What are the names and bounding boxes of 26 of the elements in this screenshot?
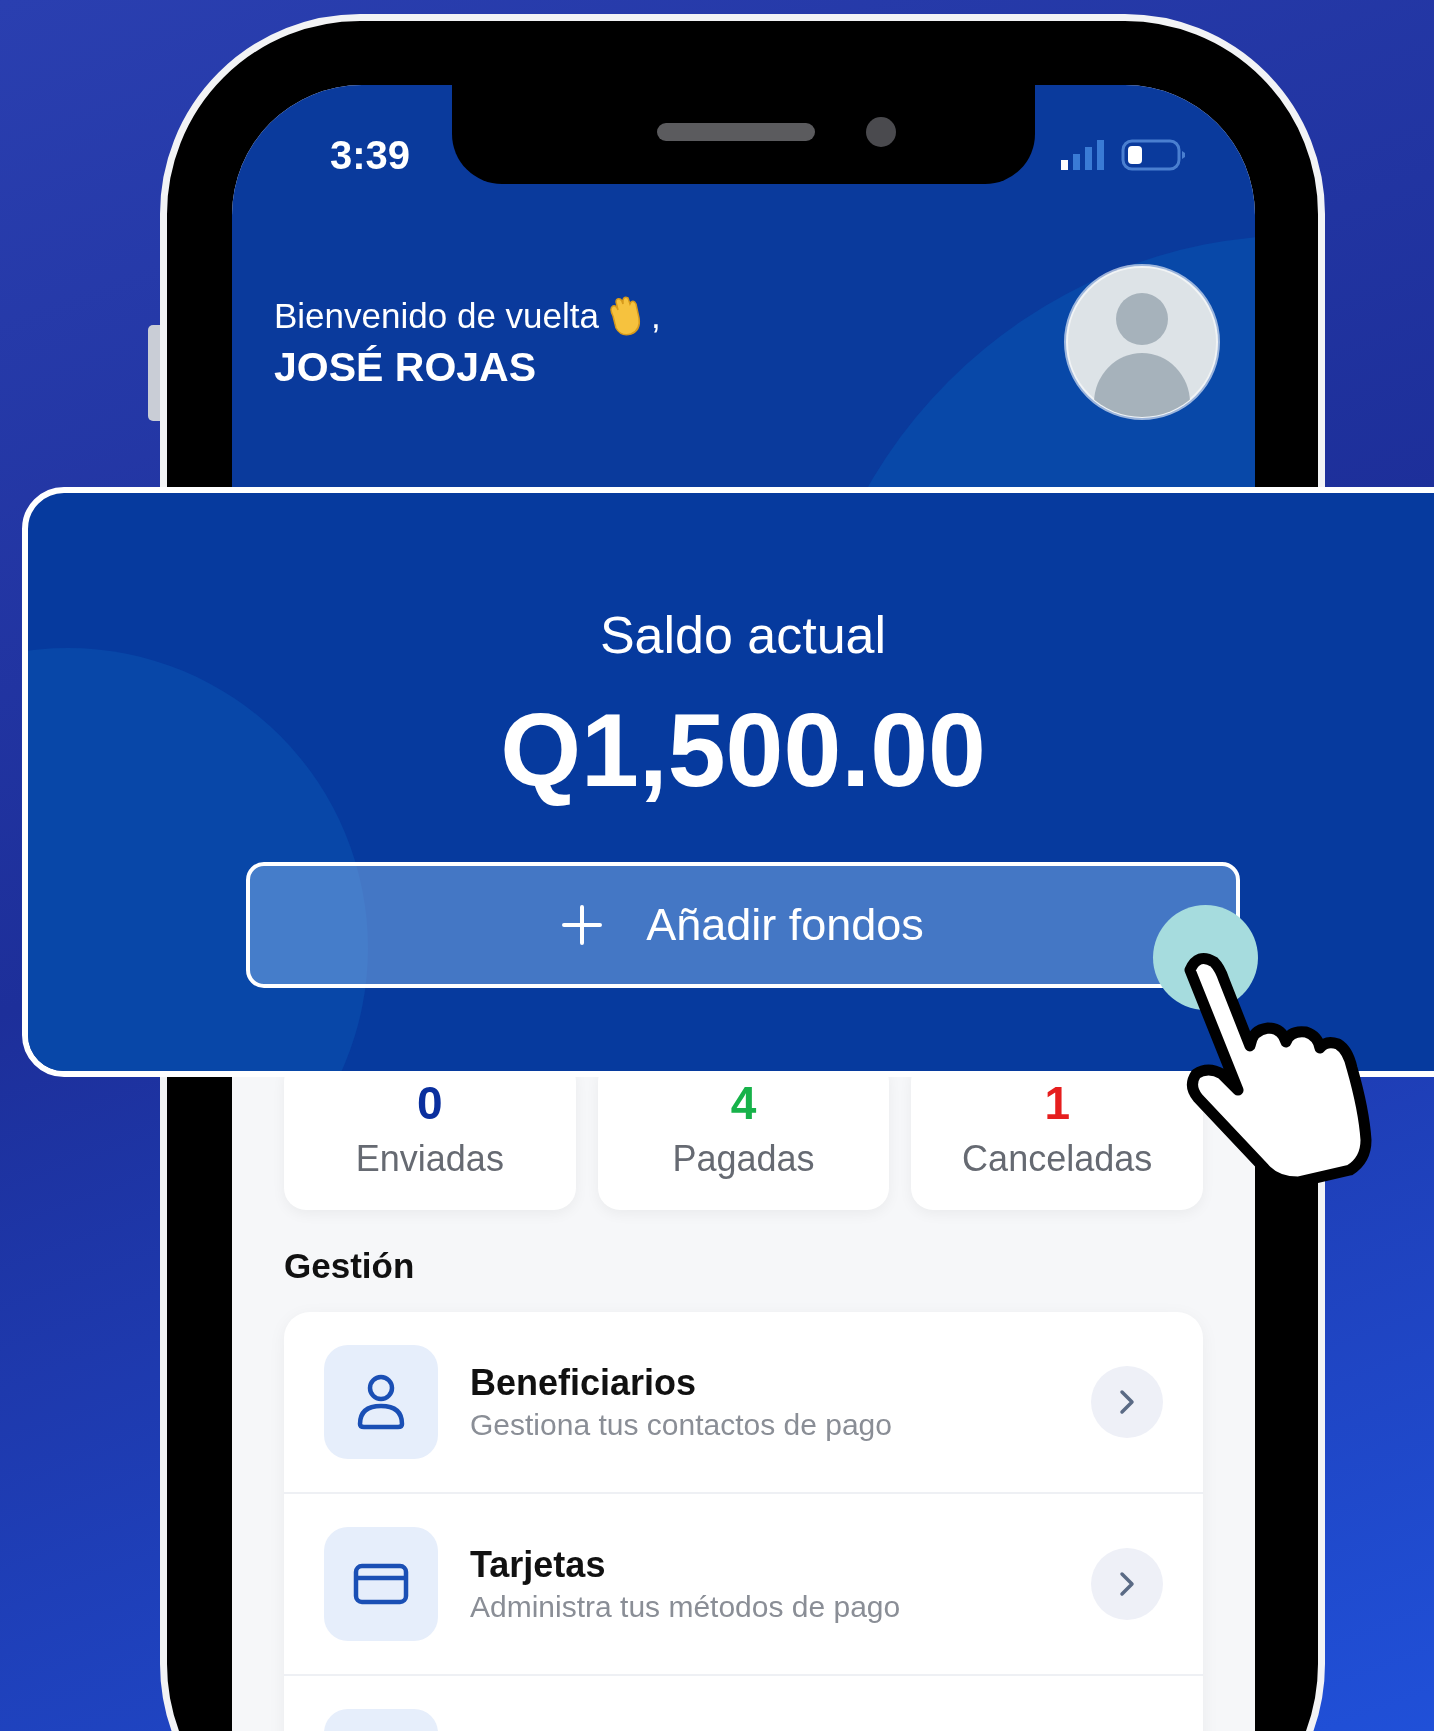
signal-icon bbox=[1061, 140, 1107, 170]
stat-label: Pagadas bbox=[672, 1138, 815, 1180]
battery-icon bbox=[1121, 139, 1187, 171]
person-icon bbox=[356, 1374, 406, 1430]
greeting-text: Bienvenido de vuelta bbox=[274, 295, 599, 336]
balance-label: Saldo actual bbox=[599, 605, 887, 665]
greeting-comma: , bbox=[650, 295, 661, 336]
balance-amount: Q1,500.00 bbox=[500, 691, 986, 810]
plus-icon bbox=[562, 905, 603, 945]
chevron-right-icon[interactable] bbox=[1091, 1548, 1163, 1620]
user-name: JOSÉ ROJAS bbox=[274, 343, 538, 391]
section-title: Gestión bbox=[283, 1245, 416, 1286]
stat-label: Canceladas bbox=[962, 1138, 1153, 1180]
stat-value: 1 bbox=[1044, 1076, 1070, 1130]
menu-item-title[interactable]: Beneficiarios bbox=[470, 1362, 1091, 1404]
avatar-icon[interactable] bbox=[1063, 263, 1221, 421]
add-funds-button[interactable]: Añadir fondos bbox=[246, 862, 1240, 988]
chevron-right-icon[interactable] bbox=[1091, 1366, 1163, 1438]
menu-item-title[interactable]: Tarjetas bbox=[470, 1544, 1091, 1586]
credit-card-icon bbox=[353, 1563, 409, 1605]
stat-label: Enviadas bbox=[355, 1138, 504, 1180]
menu-item-subtitle: Gestiona tus contactos de pago bbox=[470, 1408, 893, 1442]
status-time: 3:39 bbox=[330, 132, 411, 178]
stat-value: 0 bbox=[417, 1076, 443, 1130]
stat-value: 4 bbox=[730, 1076, 757, 1130]
menu-item-subtitle: Administra tus métodos de pago bbox=[470, 1590, 902, 1624]
